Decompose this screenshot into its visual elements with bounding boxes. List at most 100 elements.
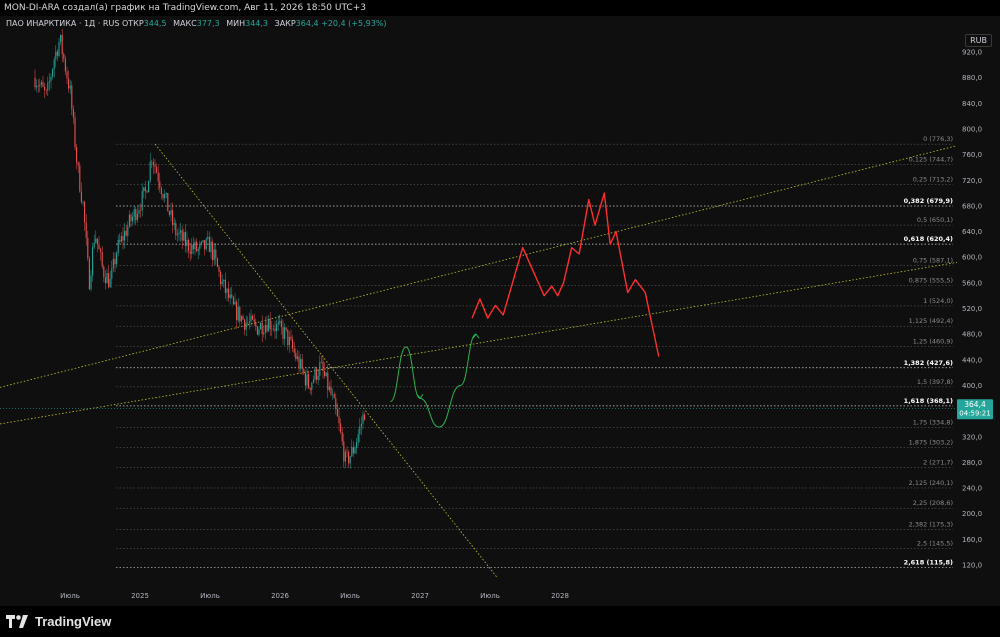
candle-body (236, 301, 238, 321)
candle-body (58, 41, 60, 56)
candle-body (255, 322, 257, 327)
candle-body (221, 281, 223, 285)
price-axis[interactable]: 920,0 880,0 840,0 800,0 760,0 720,0 680,0 640,0… (957, 16, 1000, 606)
candle-body (260, 322, 262, 330)
chart-svg[interactable]: 0 (776,3) 0,125 (744,7) 0,25 (713,2) 0,382 … (0, 16, 1000, 606)
candle-body (90, 275, 92, 290)
fibonacci-retracement[interactable]: 0 (776,3) 0,125 (744,7) 0,25 (713,2) 0,382 … (116, 135, 953, 569)
candle-body (103, 266, 105, 278)
tradingview-logo[interactable]: TradingView (6, 614, 111, 629)
fib-label: 1 (524,0) (923, 297, 953, 305)
price-tick-label: 560,0 (962, 279, 982, 287)
candle-body (245, 322, 247, 330)
candle-body (293, 348, 295, 353)
candle-body (276, 324, 278, 332)
candle-body (157, 172, 159, 182)
candle-body (135, 209, 137, 221)
candle-body (160, 188, 162, 194)
candle-body (352, 446, 354, 454)
candle-body (164, 194, 166, 199)
chart-area[interactable]: 0 (776,3) 0,125 (744,7) 0,25 (713,2) 0,382 … (0, 16, 1000, 606)
candle-body (277, 322, 279, 325)
fib-label: 1,875 (303,2) (909, 439, 953, 447)
candle-body (122, 236, 124, 241)
price-tick-label: 880,0 (962, 74, 982, 82)
candle-body (327, 372, 329, 391)
footer: TradingView (0, 606, 1000, 637)
candle-body (79, 165, 81, 192)
candle-body (300, 359, 302, 369)
low-label: МИН (226, 19, 246, 28)
candle-body (348, 451, 350, 464)
candle-body (341, 432, 343, 442)
descending-trendline[interactable] (154, 143, 498, 579)
candle-body (176, 234, 178, 236)
fib-label: 1,75 (334,8) (913, 418, 953, 426)
fib-label: 0,25 (713,2) (913, 176, 953, 184)
candle-body (104, 277, 106, 284)
candle-body (106, 273, 108, 284)
candle-body (324, 370, 326, 377)
candle-body (93, 242, 95, 248)
green-projection-path[interactable] (389, 333, 477, 428)
candle-body (36, 85, 38, 88)
candle-body (186, 239, 188, 247)
price-tick-label: 320,0 (962, 433, 982, 441)
candle-body (213, 249, 215, 261)
candle-body (138, 210, 140, 214)
candle-body (149, 161, 151, 182)
candle-body (322, 361, 324, 371)
candle-body (71, 85, 73, 109)
currency-button[interactable]: RUB (965, 34, 992, 47)
candle-body (344, 451, 346, 462)
projections[interactable] (0, 192, 957, 428)
fib-label: 0,125 (744,7) (909, 155, 953, 163)
candle-body (325, 372, 327, 377)
fib-label: 0 (776,3) (923, 135, 953, 143)
price-tick-label: 680,0 (962, 202, 982, 210)
candle-body (196, 241, 198, 252)
candle-body (184, 232, 186, 247)
candle-body (239, 306, 241, 322)
symbol-name: ПАО ИНАРКТИКА · 1Д · RUS (6, 19, 120, 28)
candle-body (284, 327, 286, 339)
candle-body (114, 258, 116, 265)
candle-body (285, 327, 287, 330)
fib-label: 0,5 (650,1) (917, 216, 953, 224)
candle-body (120, 236, 122, 242)
time-axis[interactable]: Июль 2025 Июль 2026 Июль 2027 Июль 2028 (60, 592, 569, 600)
candle-body (223, 279, 225, 282)
open-value: 344,5 (143, 19, 167, 28)
candle-body (173, 223, 175, 225)
candle-body (98, 244, 100, 250)
candle-body (308, 374, 310, 388)
candle-body (76, 147, 78, 163)
candle-body (328, 386, 330, 391)
candle-body (194, 241, 196, 250)
candle-body (183, 232, 185, 241)
price-tick-label: 200,0 (962, 510, 982, 518)
candle-body (332, 394, 334, 395)
candle-body (96, 238, 98, 245)
candle-body (172, 210, 174, 225)
candle-body (116, 253, 118, 265)
candle-body (53, 59, 55, 70)
trendlines[interactable] (0, 143, 958, 579)
channel-upper-line[interactable] (0, 145, 958, 388)
fib-label: 0,75 (587,1) (913, 256, 953, 264)
red-projection-path[interactable] (471, 192, 660, 357)
candle-body (159, 181, 161, 189)
price-tick-label: 720,0 (962, 177, 982, 185)
fib-label: 2,125 (240,1) (909, 479, 953, 487)
candle-body (92, 247, 94, 276)
candle-body (279, 320, 281, 323)
price-tick-label: 160,0 (962, 536, 982, 544)
candle-body (338, 416, 340, 424)
channel-lower-line[interactable] (0, 261, 958, 425)
candle-body (39, 84, 41, 87)
fib-label: 1,618 (368,1) (904, 397, 953, 405)
high-value: 377,3 (196, 19, 220, 28)
candle-body (85, 222, 87, 238)
candle-body (288, 336, 290, 346)
candle-body (364, 414, 366, 421)
